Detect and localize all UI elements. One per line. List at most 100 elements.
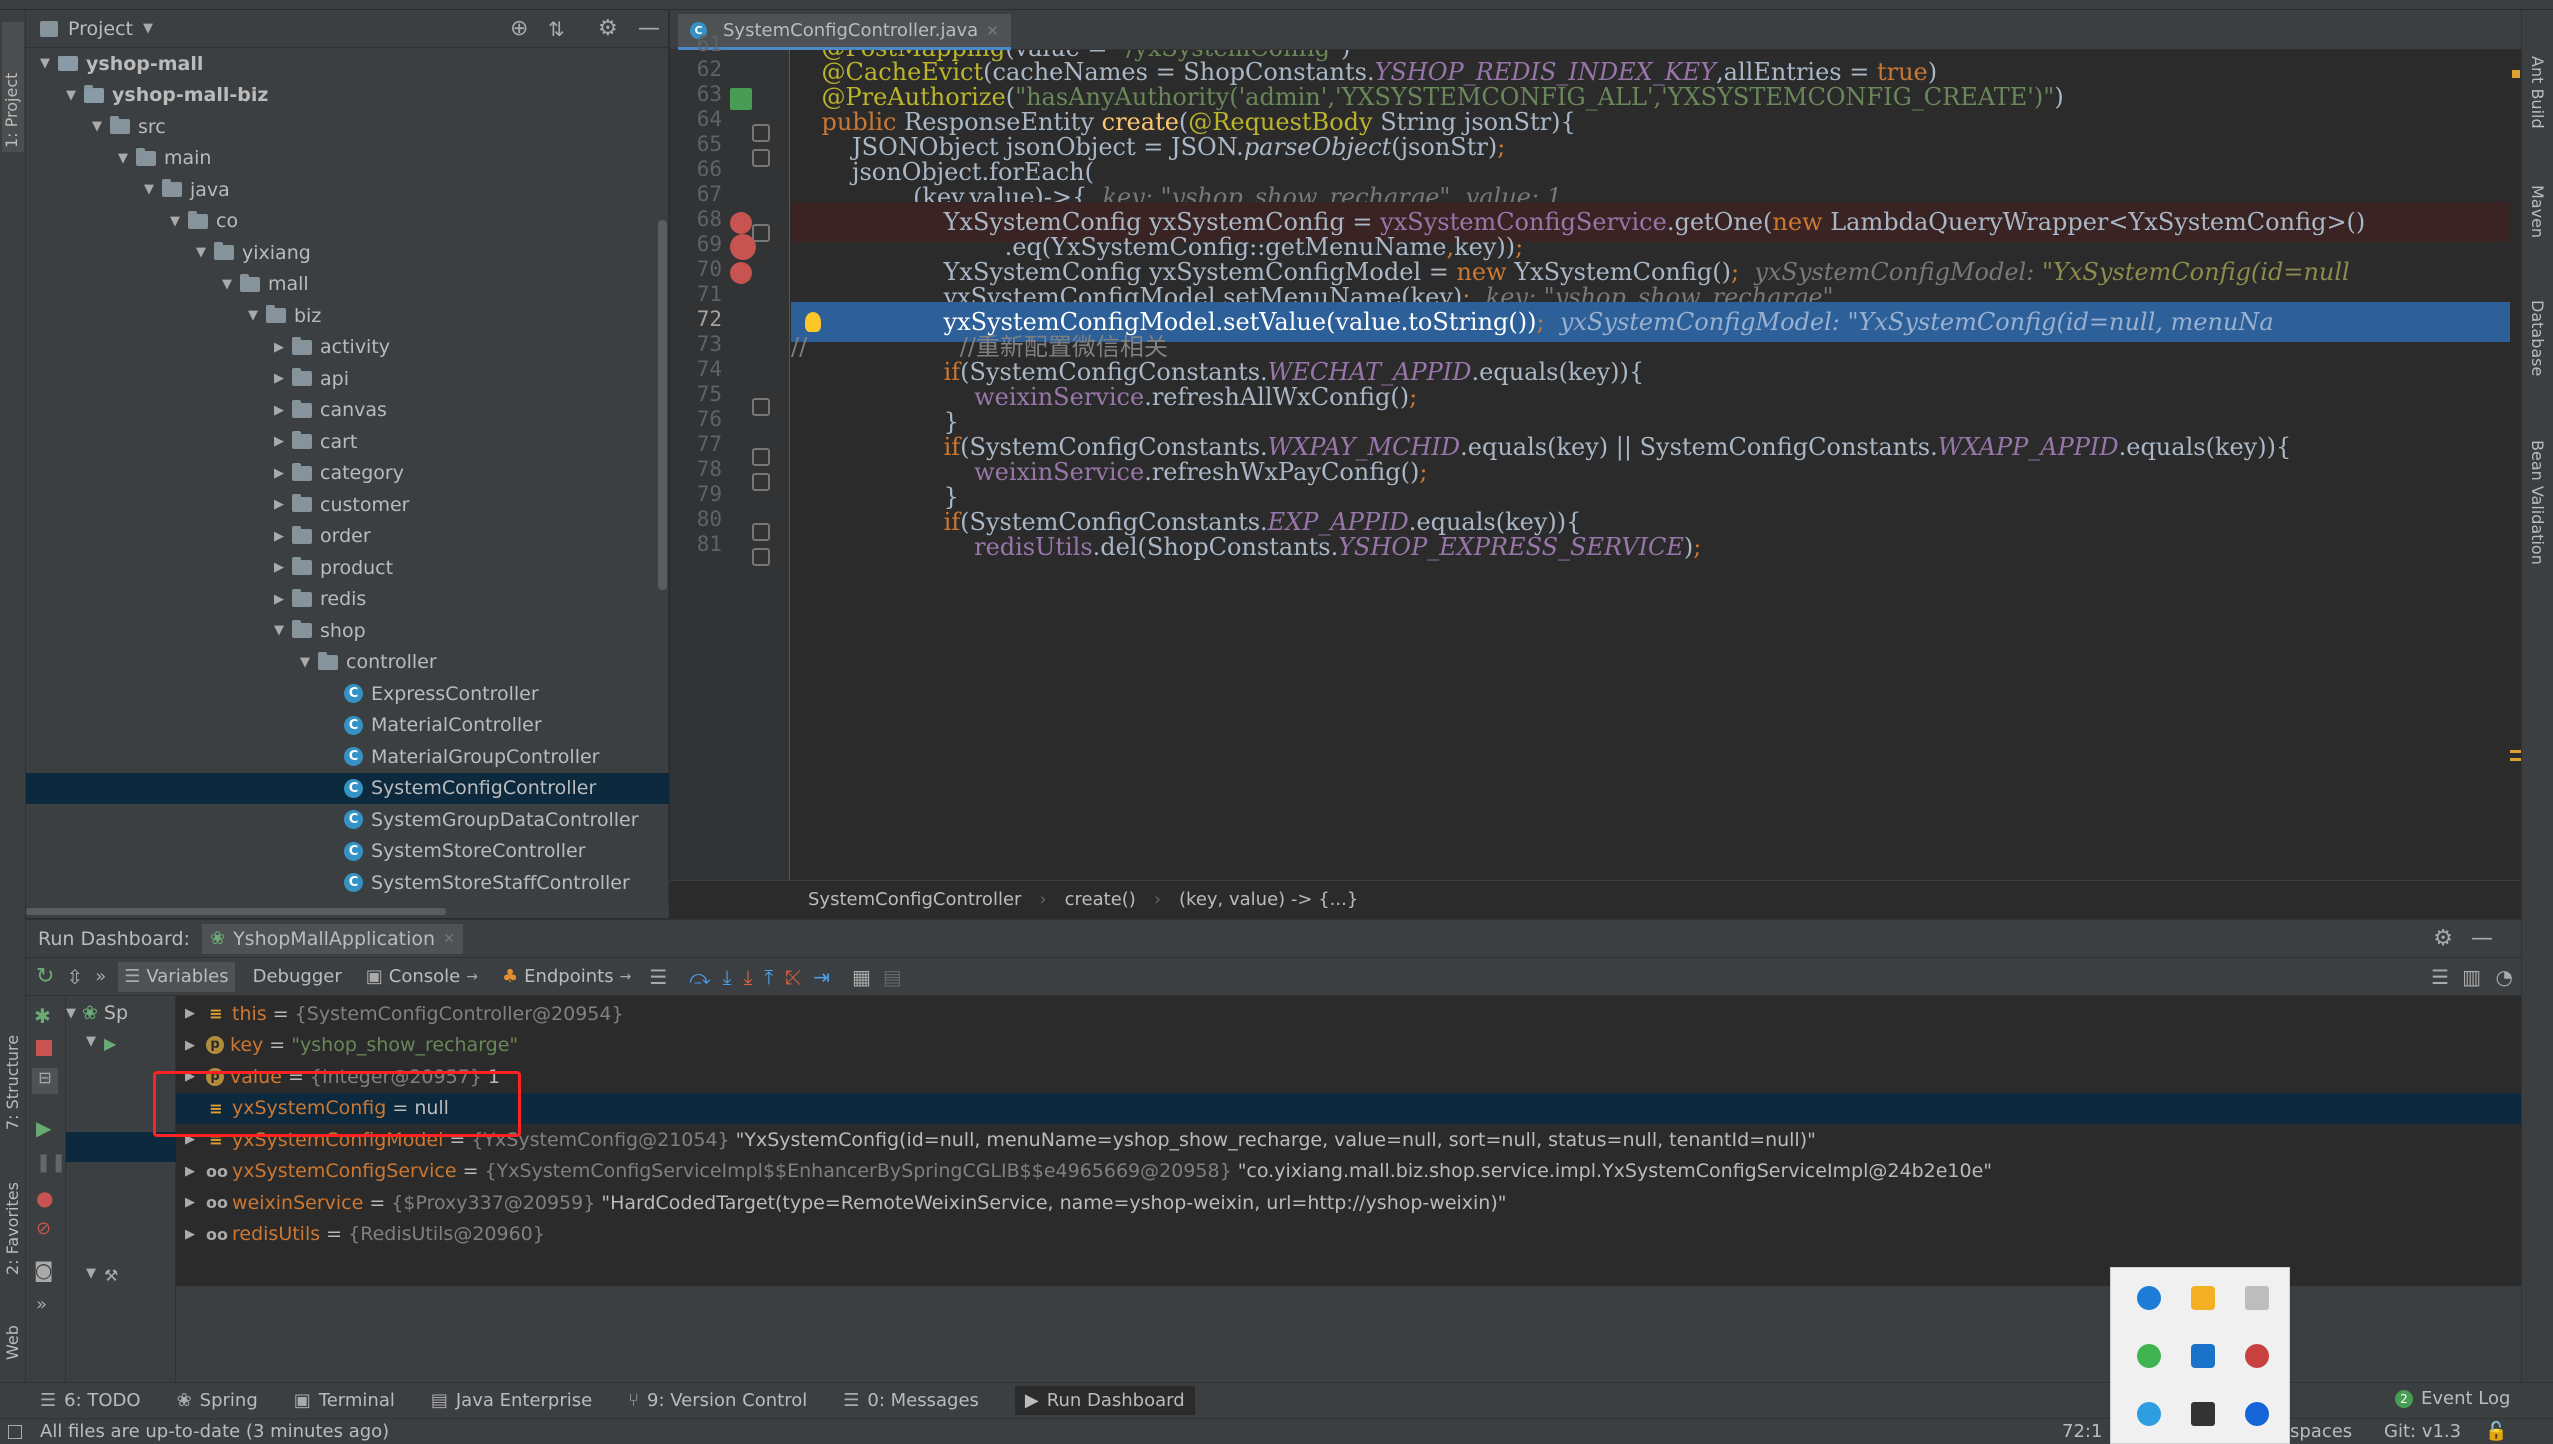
tree-node[interactable]: ▼ src bbox=[26, 111, 669, 143]
fold-icon[interactable] bbox=[752, 523, 770, 541]
editor-scrollbar[interactable] bbox=[2510, 50, 2521, 880]
app-node[interactable]: ▼ ❀ Sp bbox=[66, 1002, 128, 1024]
chevron-right-icon[interactable]: ▶ bbox=[272, 592, 286, 607]
view-breakpoints-icon[interactable]: ● bbox=[36, 1186, 53, 1210]
chevron-right-icon[interactable]: ▶ bbox=[180, 1038, 200, 1053]
config-node[interactable]: ▼ ⚒ bbox=[86, 1266, 118, 1285]
breadcrumb-lambda[interactable]: (key, value) -> {...} bbox=[1179, 889, 1358, 910]
tree-node[interactable]: ▼ mall bbox=[26, 269, 669, 301]
tree-node[interactable]: ▶ activity bbox=[26, 332, 669, 364]
variables-tab[interactable]: ☰ Variables bbox=[118, 961, 235, 992]
indent-setting[interactable]: spaces bbox=[2290, 1421, 2352, 1442]
breadcrumb-class[interactable]: SystemConfigController bbox=[808, 889, 1021, 910]
chevron-down-icon[interactable]: ▼ bbox=[38, 56, 52, 71]
thread-node[interactable]: ▼ ▶ bbox=[86, 1034, 116, 1053]
bottom-tab[interactable]: ☰ 6: TODO bbox=[40, 1390, 141, 1411]
trace-icon[interactable]: ▤ bbox=[883, 965, 902, 989]
speed-icon[interactable]: ◔ bbox=[2496, 965, 2513, 989]
chevron-down-icon[interactable]: ▼ bbox=[90, 119, 104, 134]
tree-node[interactable]: ▶ cart bbox=[26, 426, 669, 458]
chevron-right-icon[interactable]: ▶ bbox=[272, 403, 286, 418]
chevron-right-icon[interactable]: ▶ bbox=[180, 1195, 200, 1210]
menu-icon[interactable]: ☰ bbox=[649, 965, 667, 989]
tree-scrollbar[interactable] bbox=[658, 220, 667, 590]
pause-icon[interactable]: ❚❚ bbox=[36, 1152, 66, 1173]
bottom-tab[interactable]: ☰ 0: Messages bbox=[843, 1390, 979, 1411]
chevron-right-icon[interactable]: ▶ bbox=[272, 371, 286, 386]
chevron-right-icon[interactable]: ▶ bbox=[272, 340, 286, 355]
more-icon[interactable]: » bbox=[36, 1294, 47, 1315]
evaluate-icon[interactable]: ▦ bbox=[852, 965, 871, 989]
caret-position[interactable]: 72:1 bbox=[2062, 1421, 2102, 1442]
camera-icon[interactable]: ◙ bbox=[34, 1258, 53, 1282]
fold-icon[interactable] bbox=[752, 149, 770, 167]
favorites-tool-tab[interactable]: 2: Favorites bbox=[3, 1165, 22, 1275]
layout-icon[interactable]: ☰ bbox=[2431, 965, 2449, 989]
lambda-breakpoint-icon[interactable] bbox=[730, 212, 752, 234]
network-icon[interactable] bbox=[2245, 1344, 2269, 1368]
gear-icon[interactable]: ⚙ bbox=[598, 16, 618, 41]
bottom-tab[interactable]: ❀ Spring bbox=[177, 1390, 258, 1411]
bottom-tab[interactable]: ▤ Java Enterprise bbox=[431, 1390, 592, 1411]
bug-icon[interactable]: ✱ bbox=[34, 1004, 51, 1028]
fold-icon[interactable] bbox=[752, 398, 770, 416]
force-step-into-icon[interactable]: ⤓ bbox=[744, 965, 753, 989]
tree-node[interactable]: ▼ controller bbox=[26, 647, 669, 679]
stop-icon[interactable] bbox=[36, 1040, 52, 1056]
tree-node[interactable]: ▶ order bbox=[26, 521, 669, 553]
structure-tool-tab[interactable]: 7: Structure bbox=[3, 1010, 22, 1130]
tree-node[interactable]: C SystemGroupDataController bbox=[26, 804, 669, 836]
display-icon[interactable] bbox=[2191, 1402, 2215, 1426]
tree-node[interactable]: C MaterialController bbox=[26, 710, 669, 742]
tree-node[interactable]: C MaterialGroupController bbox=[26, 741, 669, 773]
editor-tab[interactable]: C SystemConfigController.java ✕ bbox=[678, 14, 1011, 50]
tree-node[interactable]: ▼ shop bbox=[26, 615, 669, 647]
run-to-cursor-icon[interactable]: ⇥ bbox=[813, 965, 830, 989]
tree-node[interactable]: ▼ co bbox=[26, 206, 669, 238]
bottom-tab[interactable]: ▣ Terminal bbox=[294, 1390, 395, 1411]
resume-icon[interactable]: ▶ bbox=[36, 1116, 51, 1140]
fold-icon[interactable] bbox=[752, 548, 770, 566]
app-icon[interactable] bbox=[2191, 1344, 2215, 1368]
tree-node[interactable]: ▶ canvas bbox=[26, 395, 669, 427]
warning-marker[interactable] bbox=[2510, 758, 2521, 761]
tree-node[interactable]: C SystemStoreController bbox=[26, 836, 669, 868]
ant-build-tab[interactable]: Ant Build bbox=[2528, 56, 2547, 129]
chevron-down-icon[interactable]: ▼ bbox=[168, 214, 182, 229]
locate-icon[interactable]: ⊕ bbox=[510, 16, 528, 41]
web-tool-tab[interactable]: Web bbox=[3, 1300, 22, 1360]
maven-tab[interactable]: Maven bbox=[2528, 185, 2547, 238]
code-area[interactable]: @PostMapping(value = "/yxSystemConfig") … bbox=[791, 50, 2521, 880]
chevron-down-icon[interactable]: ▼ bbox=[64, 88, 78, 103]
chevron-right-icon[interactable]: ▶ bbox=[272, 529, 286, 544]
chevron-down-icon[interactable]: ▼ bbox=[298, 655, 312, 670]
hide-icon[interactable]: — bbox=[2471, 926, 2493, 951]
fold-icon[interactable] bbox=[752, 473, 770, 491]
restore-icon[interactable]: ▥ bbox=[2462, 965, 2481, 989]
error-stripe-icon[interactable] bbox=[2512, 70, 2520, 78]
gear-icon[interactable]: ⚙ bbox=[2433, 926, 2453, 951]
breakpoint-icon[interactable] bbox=[730, 234, 756, 260]
chevron-down-icon[interactable]: ▼ bbox=[143, 21, 153, 36]
endpoints-tab[interactable]: ♣ Endpoints → bbox=[496, 962, 637, 992]
close-icon[interactable]: ✕ bbox=[986, 22, 999, 40]
step-out-icon[interactable]: ⤒ bbox=[764, 965, 773, 989]
browser-icon[interactable] bbox=[2137, 1402, 2161, 1426]
variable-row[interactable]: ▶ p value = {Integer@20957} 1 bbox=[176, 1061, 2521, 1093]
tree-node[interactable]: ▶ category bbox=[26, 458, 669, 490]
chevron-down-icon[interactable]: ▼ bbox=[220, 277, 234, 292]
wechat-icon[interactable] bbox=[2137, 1344, 2161, 1368]
more-icon[interactable]: » bbox=[95, 966, 106, 987]
hide-icon[interactable]: — bbox=[638, 16, 660, 41]
close-icon[interactable]: ✕ bbox=[443, 931, 455, 947]
tree-node[interactable]: ▼ yixiang bbox=[26, 237, 669, 269]
bean-validation-tab[interactable]: Bean Validation bbox=[2528, 440, 2547, 565]
project-tool-tab[interactable]: 1: Project bbox=[2, 22, 24, 152]
debugger-tab[interactable]: Debugger bbox=[247, 962, 348, 992]
variable-row[interactable]: ▶ p key = "yshop_show_recharge" bbox=[176, 1030, 2521, 1062]
mute-breakpoints-icon[interactable]: ⊘ bbox=[36, 1218, 51, 1239]
chevron-right-icon[interactable]: ▶ bbox=[272, 434, 286, 449]
fold-icon[interactable] bbox=[752, 224, 770, 242]
tree-horizontal-scrollbar[interactable] bbox=[26, 908, 446, 915]
git-branch[interactable]: Git: v1.3 bbox=[2384, 1421, 2461, 1442]
